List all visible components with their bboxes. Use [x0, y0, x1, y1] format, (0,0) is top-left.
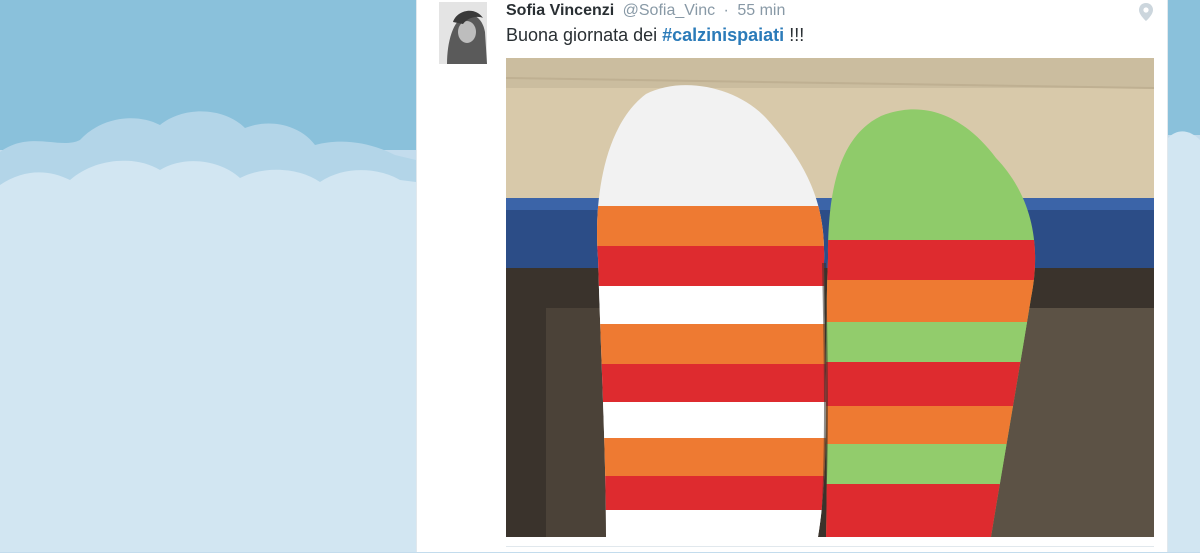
background-clouds-right: [1168, 0, 1200, 552]
hashtag-link[interactable]: #calzinispaiati: [662, 25, 784, 45]
background-clouds-left: [0, 0, 416, 552]
tweet-timestamp[interactable]: 55 min: [737, 2, 785, 19]
tweet-card: Sofia Vincenzi @Sofia_Vinc · 55 min Buon…: [416, 0, 1168, 552]
author-name[interactable]: Sofia Vincenzi: [506, 2, 614, 19]
tweet-photo[interactable]: [506, 58, 1154, 537]
map-pin-icon[interactable]: [1139, 3, 1153, 21]
tweet-header: Sofia Vincenzi @Sofia_Vinc · 55 min: [506, 1, 785, 21]
tweet-text-before: Buona giornata dei: [506, 25, 663, 45]
author-handle[interactable]: @Sofia_Vinc: [623, 2, 715, 19]
separator-dot: ·: [723, 2, 729, 19]
author-avatar[interactable]: [439, 2, 487, 64]
tweet-text-after: !!!: [784, 25, 805, 45]
tweet-text: Buona giornata dei #calzinispaiati !!!: [506, 24, 804, 46]
